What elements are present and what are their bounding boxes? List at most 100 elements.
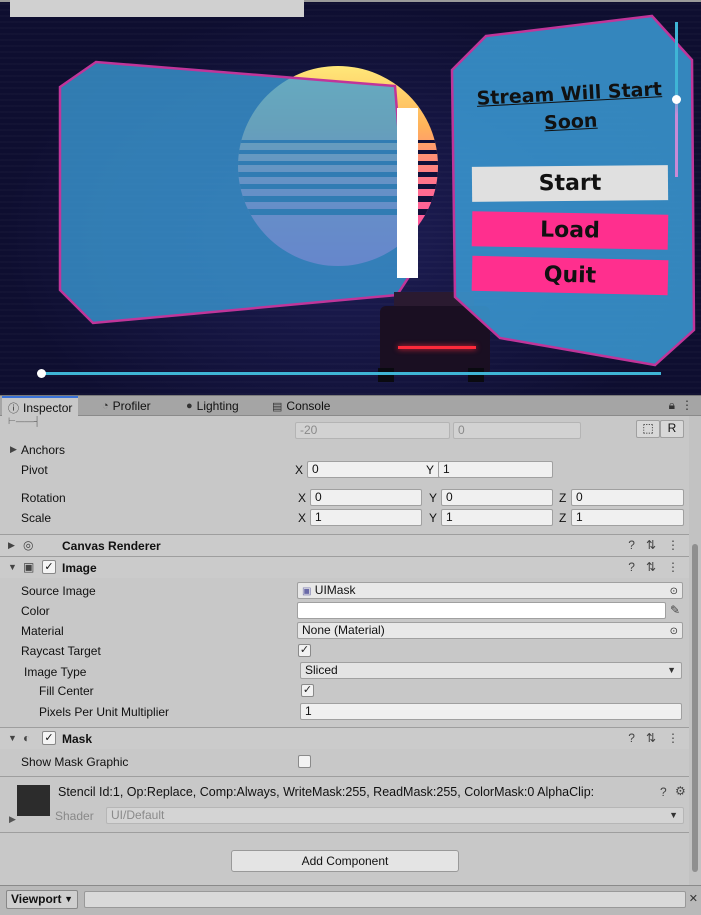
axis-y-label: Y bbox=[429, 511, 438, 525]
material-field[interactable]: None (Material) ⊙ bbox=[297, 622, 683, 639]
close-icon[interactable]: ✕ bbox=[689, 892, 698, 905]
gear-icon[interactable]: ⚙ bbox=[675, 784, 686, 798]
expand-arrow-icon[interactable]: ▼ bbox=[8, 733, 17, 743]
canvas-renderer-header[interactable]: ▶ ◎ Canvas Renderer ? ⇅ ⋮ bbox=[0, 534, 689, 556]
scale-z-field[interactable]: 1 bbox=[571, 509, 684, 526]
collapse-arrow-icon[interactable]: ▶ bbox=[8, 540, 15, 551]
raycast-target-checkbox[interactable]: ✓ bbox=[298, 644, 311, 657]
pivot-y-field[interactable]: 1 bbox=[438, 461, 553, 478]
material-label: Material bbox=[21, 624, 64, 638]
ppu-multiplier-label: Pixels Per Unit Multiplier bbox=[39, 705, 170, 719]
delta-x-field[interactable]: -20 bbox=[295, 422, 450, 439]
tab-label: Inspector bbox=[23, 400, 73, 415]
show-mask-graphic-checkbox[interactable] bbox=[298, 755, 311, 768]
axis-z-label: Z bbox=[559, 511, 567, 525]
quit-button[interactable]: Quit bbox=[471, 255, 669, 296]
preview-bar-field[interactable] bbox=[84, 891, 686, 908]
raw-edit-button[interactable]: R bbox=[660, 420, 684, 438]
help-icon[interactable]: ? bbox=[628, 538, 635, 552]
more-icon[interactable]: ⋮ bbox=[667, 560, 679, 574]
ppu-multiplier-field[interactable]: 1 bbox=[300, 703, 682, 720]
source-image-field[interactable]: ▣ UIMask ⊙ bbox=[297, 582, 683, 599]
component-tools: ? ⇅ ⋮ bbox=[628, 538, 679, 552]
chevron-down-icon: ▼ bbox=[669, 810, 678, 820]
horizontal-slider-handle[interactable] bbox=[37, 369, 46, 378]
start-button[interactable]: Start bbox=[471, 165, 669, 202]
tab-inspector[interactable]: ⓘ Inspector bbox=[2, 396, 79, 417]
color-swatch-field[interactable] bbox=[297, 602, 666, 619]
image-header[interactable]: ▼ ▣ ✓ Image ? ⇅ ⋮ bbox=[0, 556, 689, 578]
source-image-value: UIMask bbox=[314, 583, 356, 597]
material-preview-section: Stencil Id:1, Op:Replace, Comp:Always, W… bbox=[0, 776, 689, 831]
fill-center-checkbox[interactable]: ✓ bbox=[301, 684, 314, 697]
preset-icon[interactable]: ⇅ bbox=[646, 560, 656, 574]
anchors-label[interactable]: Anchors bbox=[21, 443, 65, 457]
raycast-target-label: Raycast Target bbox=[21, 644, 101, 658]
tab-console[interactable]: ▤ Console bbox=[266, 396, 336, 416]
help-icon[interactable]: ? bbox=[628, 731, 635, 745]
vertical-slider-handle[interactable] bbox=[672, 95, 681, 104]
mask-component-icon: ◐ bbox=[23, 731, 31, 745]
shader-label: Shader bbox=[55, 809, 94, 823]
inspector-panel: ⊢——┤ -20 0 ⬚ ⬚ R ▶ Anchors Pivot X 0 Y 1… bbox=[0, 416, 689, 885]
object-picker-icon[interactable]: ⊙ bbox=[670, 624, 678, 638]
component-title: Mask bbox=[62, 732, 93, 746]
scrollbar-thumb[interactable] bbox=[692, 544, 698, 872]
help-icon[interactable]: ? bbox=[628, 560, 635, 574]
more-icon[interactable]: ⋮ bbox=[667, 538, 679, 552]
preset-icon[interactable]: ⇅ bbox=[646, 538, 656, 552]
show-mask-graphic-label: Show Mask Graphic bbox=[21, 755, 129, 769]
eyedropper-icon[interactable]: ✎ bbox=[670, 603, 680, 617]
bulb-icon: ● bbox=[186, 400, 193, 412]
viewport-dropdown[interactable]: Viewport ▼ bbox=[6, 890, 78, 909]
mask-header[interactable]: ▼ ◐ ✓ Mask ? ⇅ ⋮ bbox=[0, 727, 689, 749]
tab-lighting[interactable]: ● Lighting bbox=[180, 396, 245, 416]
axis-x-label: X bbox=[295, 463, 304, 477]
stencil-info-text: Stencil Id:1, Op:Replace, Comp:Always, W… bbox=[58, 785, 595, 799]
component-title: Canvas Renderer bbox=[62, 539, 161, 553]
lock-icon[interactable]: 🔒︎ bbox=[669, 398, 675, 413]
tab-profiler[interactable]: ◔ Profiler bbox=[96, 396, 157, 416]
image-component-icon: ▣ bbox=[23, 560, 35, 574]
rotation-z-field[interactable]: 0 bbox=[571, 489, 684, 506]
image-type-value: Sliced bbox=[305, 663, 338, 677]
scale-x-field[interactable]: 1 bbox=[310, 509, 422, 526]
load-button[interactable]: Load bbox=[471, 211, 669, 250]
object-picker-icon[interactable]: ⊙ bbox=[670, 584, 678, 598]
menu-title-line2: Soon bbox=[543, 109, 598, 135]
tab-label: Console bbox=[286, 399, 331, 413]
add-component-button[interactable]: Add Component bbox=[231, 850, 459, 872]
frame-button[interactable]: ⬚ bbox=[636, 420, 660, 438]
mask-enabled-checkbox[interactable]: ✓ bbox=[42, 731, 56, 745]
image-type-dropdown[interactable]: Sliced ▼ bbox=[300, 662, 682, 679]
rect-preset-icon[interactable]: ⊢——┤ bbox=[8, 416, 40, 427]
more-icon[interactable]: ⋮ bbox=[667, 731, 679, 745]
rotation-x-field[interactable]: 0 bbox=[310, 489, 422, 506]
inspector-scrollbar[interactable] bbox=[689, 416, 701, 885]
delta-y-field[interactable]: 0 bbox=[453, 422, 581, 439]
expand-arrow-icon[interactable]: ▼ bbox=[8, 562, 17, 572]
panel-tab-bar: ⓘ Inspector ◔ Profiler ● Lighting ▤ Cons… bbox=[0, 395, 701, 417]
material-value: None (Material) bbox=[302, 623, 385, 637]
expand-arrow-icon[interactable]: ▶ bbox=[9, 814, 16, 825]
image-enabled-checkbox[interactable]: ✓ bbox=[42, 560, 56, 574]
horizontal-slider-track[interactable] bbox=[41, 372, 661, 375]
chevron-down-icon: ▼ bbox=[64, 894, 73, 904]
scale-label: Scale bbox=[21, 511, 52, 525]
profiler-icon: ◔ bbox=[102, 400, 109, 412]
info-icon: ⓘ bbox=[8, 402, 19, 415]
sprite-icon: ▣ bbox=[302, 586, 312, 597]
preset-icon[interactable]: ⇅ bbox=[646, 731, 656, 745]
help-icon[interactable]: ? bbox=[660, 785, 667, 799]
more-icon[interactable]: ⋮ bbox=[681, 398, 693, 413]
expand-arrow-icon[interactable]: ▶ bbox=[10, 444, 17, 455]
bottom-bar: Viewport ▼ ✕ bbox=[0, 885, 701, 915]
frame-icon: ⬚ bbox=[642, 421, 654, 435]
axis-x-label: X bbox=[298, 491, 307, 505]
fill-center-label: Fill Center bbox=[39, 684, 94, 698]
shader-dropdown[interactable]: UI/Default ▼ bbox=[106, 807, 684, 824]
component-tools: ? ⇅ ⋮ bbox=[628, 731, 679, 745]
scale-y-field[interactable]: 1 bbox=[441, 509, 553, 526]
rotation-y-field[interactable]: 0 bbox=[441, 489, 553, 506]
menu-title-line1: Stream Will Start bbox=[476, 78, 663, 110]
